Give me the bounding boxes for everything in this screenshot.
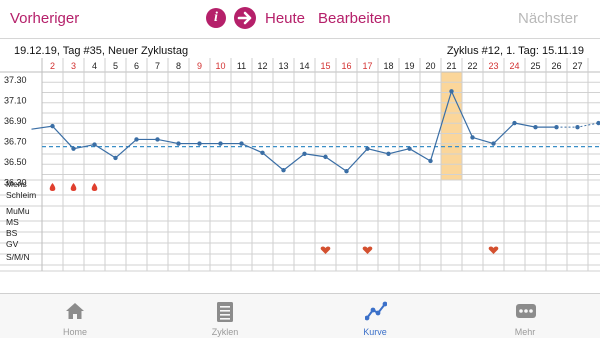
row-label: Mens: [6, 179, 27, 189]
day-label: 16: [341, 61, 351, 71]
day-label: 11: [237, 61, 246, 71]
home-icon: [66, 303, 84, 319]
tab-chart-label: Kurve: [363, 327, 387, 337]
intercourse-heart-icon: [320, 246, 331, 254]
day-info: 19.12.19, Tag #35, Neuer Zyklustag: [14, 45, 189, 57]
temperature-point: [449, 89, 454, 94]
row-label: S/M/N: [6, 252, 30, 262]
temperature-point: [92, 142, 97, 147]
row-label: Schleim: [6, 190, 36, 200]
menstruation-drop-icon: [91, 183, 98, 191]
row-label: GV: [6, 239, 19, 249]
day-label: 15: [320, 61, 330, 71]
day-label: 8: [176, 61, 181, 71]
day-label: 14: [299, 61, 309, 71]
next-button[interactable]: Nächster: [518, 10, 578, 27]
temperature-point: [407, 146, 412, 151]
day-label: 27: [572, 61, 582, 71]
arrow-right-glyph: [237, 11, 252, 25]
menstruation-drop-icon: [49, 183, 56, 191]
tab-bar: Home Zyklen Kurve Mehr: [0, 293, 600, 338]
temperature-point: [218, 141, 223, 146]
day-label: 13: [278, 61, 288, 71]
temperature-point: [512, 120, 517, 126]
temperature-point: [281, 168, 286, 173]
y-tick-label: 37.30: [4, 75, 27, 85]
temperature-point: [491, 141, 496, 146]
previous-button[interactable]: Vorheriger: [10, 10, 79, 27]
day-label: 12: [257, 61, 267, 71]
day-label: 18: [383, 61, 393, 71]
temperature-point: [323, 154, 328, 160]
y-tick-label: 36.50: [4, 157, 27, 167]
tab-more-label: Mehr: [514, 327, 536, 337]
temperature-point: [113, 155, 118, 161]
temperature-point: [134, 137, 139, 142]
temperature-chart[interactable]: 2 3 4 5 6 7 8 9 10 11 12 13 14 15 16 17 18 19 20 21 22 23 24 25…: [0, 58, 600, 293]
tab-cycles[interactable]: Zyklen: [150, 294, 300, 338]
more-icon: [516, 304, 536, 318]
temperature-point: [71, 146, 76, 151]
temperature-point: [197, 141, 202, 146]
info-icon-glyph: i: [214, 10, 218, 25]
temperature-point: [554, 124, 559, 130]
temperature-point: [428, 158, 433, 164]
y-tick-label: 36.70: [4, 137, 27, 147]
day-label: 23: [488, 61, 498, 71]
tab-cycles-label: Zyklen: [211, 327, 239, 337]
row-label: MuMu: [6, 206, 30, 216]
day-label: 7: [155, 61, 160, 71]
temperature-point: [470, 135, 475, 140]
tab-home-label: Home: [62, 327, 87, 337]
day-label: 19: [404, 61, 414, 71]
day-label: 20: [425, 61, 435, 71]
day-label: 10: [215, 61, 225, 71]
top-divider: [0, 38, 600, 39]
intercourse-heart-icon: [488, 246, 499, 254]
temperature-point: [386, 151, 391, 156]
temperature-point: [596, 120, 600, 126]
day-label: 5: [113, 61, 118, 71]
row-label: BS: [6, 228, 18, 238]
day-label: 25: [530, 61, 540, 71]
temperature-point: [260, 150, 265, 155]
day-label: 9: [197, 61, 202, 71]
menstruation-drop-icon: [70, 183, 77, 191]
day-label: 2: [50, 61, 55, 71]
temperature-point: [176, 141, 181, 146]
day-label: 24: [509, 61, 519, 71]
cycle-info: Zyklus #12, 1. Tag: 15.11.19: [446, 45, 584, 57]
intercourse-heart-icon: [362, 246, 373, 254]
tab-home[interactable]: Home: [0, 294, 150, 338]
day-label: 4: [92, 61, 97, 71]
temperature-point: [302, 151, 307, 156]
temperature-point: [155, 137, 160, 142]
today-button[interactable]: Heute: [265, 10, 305, 27]
row-label: MS: [6, 217, 19, 227]
day-label: 17: [362, 61, 372, 71]
day-label: 26: [551, 61, 561, 71]
y-tick-label: 36.90: [4, 116, 27, 126]
temperature-point: [344, 169, 349, 174]
info-icon[interactable]: i: [206, 8, 226, 28]
temperature-point: [533, 124, 538, 130]
y-tick-label: 37.10: [4, 96, 27, 106]
day-label: 3: [71, 61, 76, 71]
temperature-point: [50, 123, 55, 129]
list-icon: [217, 302, 233, 322]
day-label: 22: [467, 61, 477, 71]
temperature-point: [365, 146, 370, 151]
arrow-right-icon[interactable]: [234, 7, 256, 29]
chart-icon: [365, 301, 387, 321]
edit-button[interactable]: Bearbeiten: [318, 10, 391, 27]
tab-chart[interactable]: Kurve: [300, 294, 450, 338]
navigation-bar: Vorheriger i Heute Bearbeiten Nächster: [0, 0, 600, 38]
temperature-point: [575, 124, 580, 130]
day-label: 6: [134, 61, 139, 71]
day-label: 21: [446, 61, 456, 71]
temperature-point: [239, 141, 244, 146]
tab-more[interactable]: Mehr: [450, 294, 600, 338]
